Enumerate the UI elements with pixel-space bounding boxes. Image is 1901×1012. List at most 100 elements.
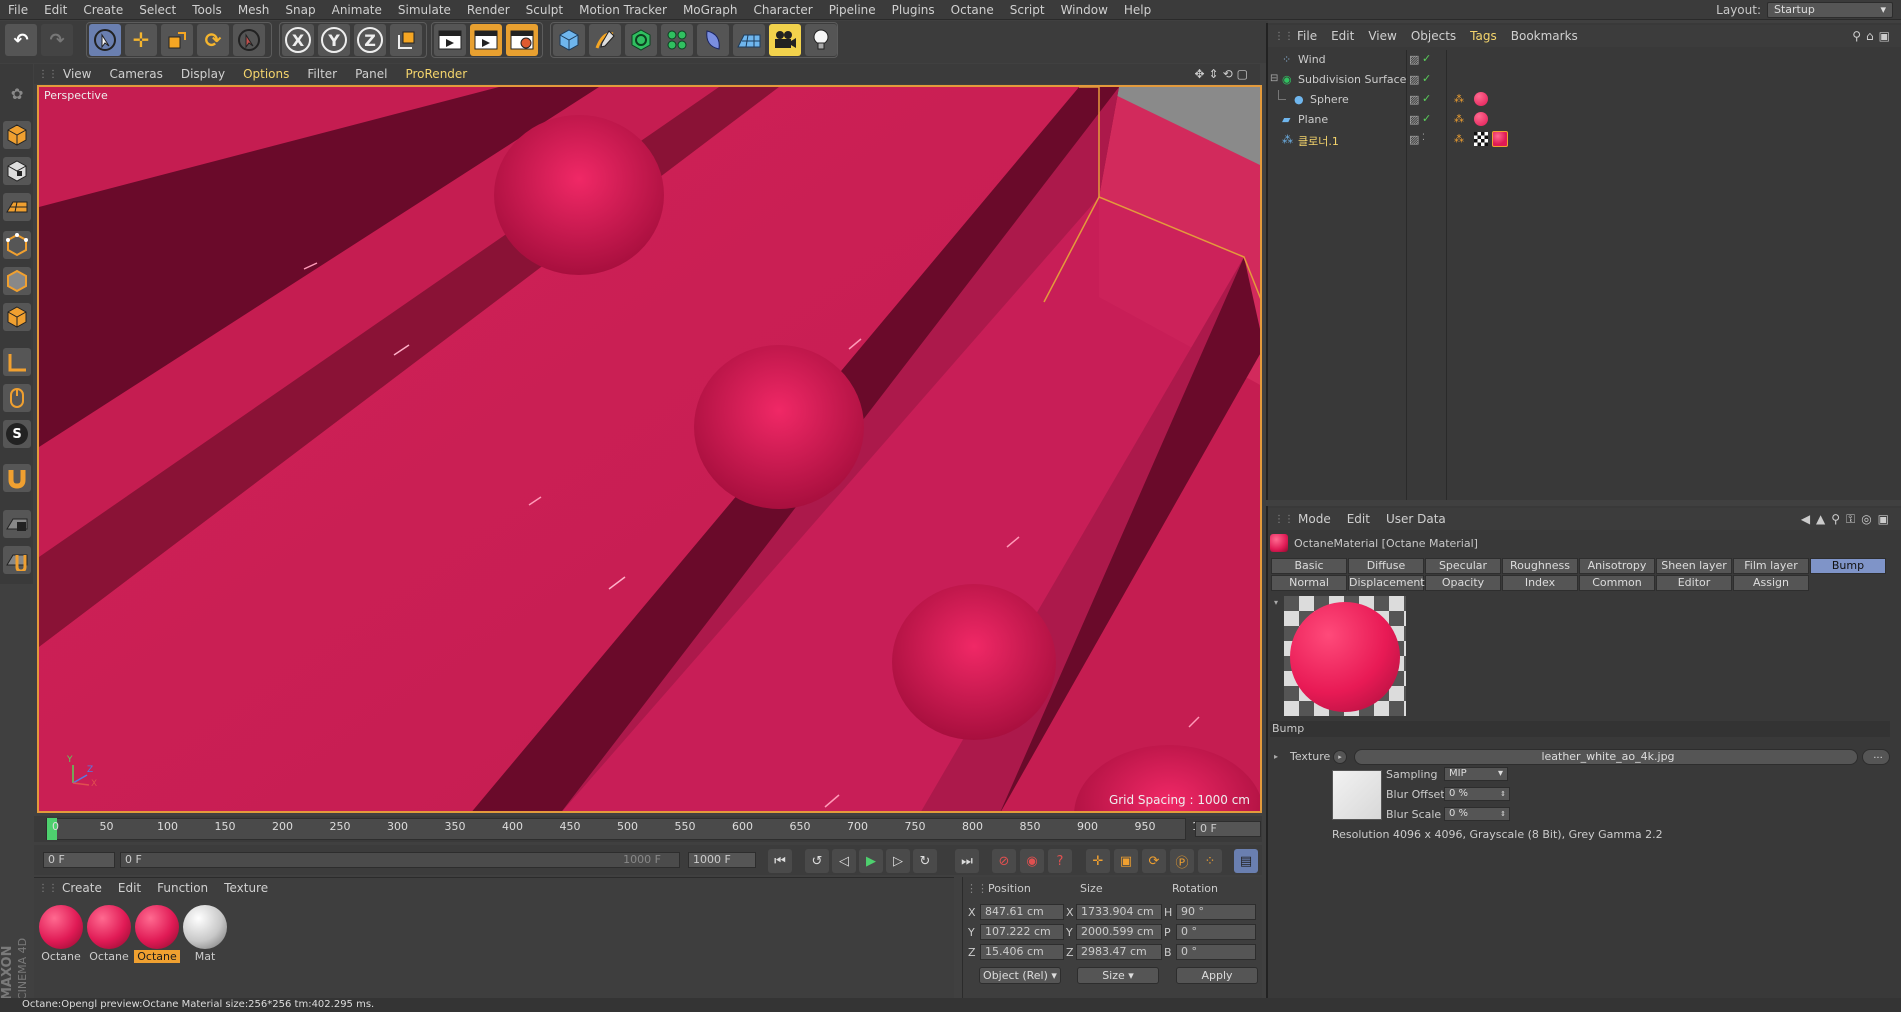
previous-frame-icon[interactable]: ◁ bbox=[832, 849, 856, 873]
play-icon[interactable]: ▶ bbox=[859, 849, 883, 873]
obj-menu-bookmarks[interactable]: Bookmarks bbox=[1504, 25, 1585, 47]
sampling-dropdown[interactable]: MIP ▾ bbox=[1444, 767, 1508, 781]
size-z-field[interactable]: 2983.47 cm bbox=[1076, 944, 1162, 960]
collapse-icon[interactable]: ⊟ bbox=[1270, 73, 1278, 84]
blur-scale-field[interactable]: 0 % ⇕ bbox=[1444, 807, 1510, 821]
attr-menu-edit[interactable]: Edit bbox=[1339, 508, 1378, 530]
points-mode-icon[interactable] bbox=[3, 231, 31, 259]
menu-render[interactable]: Render bbox=[459, 0, 518, 20]
position-z-field[interactable]: 15.406 cm bbox=[980, 944, 1064, 960]
model-mode-icon[interactable] bbox=[3, 121, 31, 149]
apply-button[interactable]: Apply bbox=[1176, 967, 1258, 984]
tab-specular[interactable]: Specular bbox=[1425, 558, 1501, 574]
z-axis-lock[interactable]: Z bbox=[354, 24, 386, 56]
texture-tag-icon[interactable]: ⁂ bbox=[1454, 134, 1464, 145]
object-row-sphere[interactable]: ● Sphere ▨ ✓ ⁂ bbox=[1268, 90, 1901, 110]
visibility-toggle[interactable]: ▨ bbox=[1409, 113, 1419, 126]
enabled-checkmark-icon[interactable]: ✓ bbox=[1422, 72, 1431, 85]
snap-icon[interactable] bbox=[3, 464, 31, 492]
menu-create[interactable]: Create bbox=[75, 0, 131, 20]
tab-index[interactable]: Index bbox=[1502, 575, 1578, 591]
blur-offset-field[interactable]: 0 % ⇕ bbox=[1444, 787, 1510, 801]
keyframe-selection-icon[interactable]: ? bbox=[1048, 849, 1072, 873]
render-view-icon[interactable] bbox=[434, 24, 466, 56]
texture-mode-icon[interactable] bbox=[3, 157, 31, 185]
x-axis-lock[interactable]: X bbox=[282, 24, 314, 56]
go-to-start-icon[interactable]: ⏮ bbox=[768, 849, 792, 873]
lock-workplane-icon[interactable] bbox=[3, 510, 31, 538]
go-to-end-icon[interactable]: ⏭ bbox=[955, 849, 979, 873]
menu-help[interactable]: Help bbox=[1116, 0, 1159, 20]
visibility-toggle[interactable]: ▨ bbox=[1409, 53, 1419, 66]
menu-plugins[interactable]: Plugins bbox=[884, 0, 943, 20]
polygons-mode-icon[interactable] bbox=[3, 303, 31, 331]
floor-icon[interactable] bbox=[733, 24, 765, 56]
current-frame-field[interactable]: 0 F bbox=[1195, 821, 1261, 837]
vp-menu-view[interactable]: View bbox=[54, 64, 100, 84]
mat-menu-create[interactable]: Create bbox=[54, 878, 110, 898]
texture-expand-icon[interactable]: ▸ bbox=[1274, 752, 1278, 761]
next-frame-icon[interactable]: ▷ bbox=[886, 849, 910, 873]
rotation-h-field[interactable]: 90 ° bbox=[1176, 904, 1256, 920]
go-to-next-key-icon[interactable]: ↻ bbox=[913, 849, 937, 873]
vp-menu-display[interactable]: Display bbox=[172, 64, 234, 84]
start-frame-field[interactable]: 0 F bbox=[43, 852, 115, 868]
end-frame-field[interactable]: 1000 F bbox=[688, 852, 756, 868]
tab-normal[interactable]: Normal bbox=[1271, 575, 1347, 591]
position-x-field[interactable]: 847.61 cm bbox=[980, 904, 1064, 920]
menu-character[interactable]: Character bbox=[745, 0, 820, 20]
attr-menu-mode[interactable]: Mode bbox=[1290, 508, 1339, 530]
tab-displacement[interactable]: Displacement bbox=[1348, 575, 1425, 591]
edges-mode-icon[interactable] bbox=[3, 267, 31, 295]
pen-spline-icon[interactable] bbox=[589, 24, 621, 56]
rotate-icon[interactable]: ⟳ bbox=[197, 24, 229, 56]
workplane-icon[interactable] bbox=[3, 193, 31, 221]
vp-menu-filter[interactable]: Filter bbox=[298, 64, 346, 84]
scale-key-icon[interactable]: ▣ bbox=[1114, 849, 1138, 873]
go-to-previous-key-icon[interactable]: ↺ bbox=[805, 849, 829, 873]
obj-menu-objects[interactable]: Objects bbox=[1404, 25, 1463, 47]
make-editable-icon[interactable]: ✿ bbox=[3, 80, 31, 108]
tab-diffuse[interactable]: Diffuse bbox=[1348, 558, 1424, 574]
object-row-plane[interactable]: ▰ Plane ▨ ✓ ⁂ bbox=[1268, 110, 1901, 130]
texture-thumbnail[interactable] bbox=[1332, 770, 1382, 820]
size-x-field[interactable]: 1733.904 cm bbox=[1076, 904, 1162, 920]
tab-bump[interactable]: Bump bbox=[1810, 558, 1886, 574]
deformer-icon[interactable] bbox=[697, 24, 729, 56]
attr-menu-user-data[interactable]: User Data bbox=[1378, 508, 1454, 530]
object-row-wind[interactable]: ⁘ Wind ▨ ✓ bbox=[1268, 50, 1901, 70]
texture-animate-icon[interactable]: ▸ bbox=[1333, 750, 1347, 764]
undo-icon[interactable]: ↶ bbox=[5, 24, 37, 56]
size-y-field[interactable]: 2000.599 cm bbox=[1076, 924, 1162, 940]
workplane-snap-icon[interactable] bbox=[3, 546, 31, 574]
recent-tool-icon[interactable] bbox=[233, 24, 265, 56]
tab-anisotropy[interactable]: Anisotropy bbox=[1579, 558, 1655, 574]
menu-motion-tracker[interactable]: Motion Tracker bbox=[571, 0, 675, 20]
y-axis-lock[interactable]: Y bbox=[318, 24, 350, 56]
menu-script[interactable]: Script bbox=[1002, 0, 1053, 20]
menu-pipeline[interactable]: Pipeline bbox=[821, 0, 884, 20]
tab-editor[interactable]: Editor bbox=[1656, 575, 1732, 591]
obj-menu-view[interactable]: View bbox=[1361, 25, 1403, 47]
enabled-checkmark-icon[interactable]: ✓ bbox=[1422, 52, 1431, 65]
subdivision-surface-icon[interactable] bbox=[625, 24, 657, 56]
mat-menu-texture[interactable]: Texture bbox=[216, 878, 276, 898]
timeline-window-icon[interactable]: ▤ bbox=[1234, 849, 1258, 873]
obj-menu-tags[interactable]: Tags bbox=[1463, 25, 1504, 47]
3d-viewport[interactable]: Perspective Y Z X Grid Spacing : 1000 cm bbox=[37, 85, 1262, 813]
render-settings-icon[interactable] bbox=[506, 24, 538, 56]
material-tag-icon[interactable] bbox=[1474, 112, 1488, 126]
tab-sheen-layer[interactable]: Sheen layer bbox=[1656, 558, 1732, 574]
parameter-key-icon[interactable]: Ⓟ bbox=[1170, 849, 1194, 873]
camera-icon[interactable] bbox=[769, 24, 801, 56]
material-tag-icon-selected[interactable] bbox=[1492, 131, 1508, 147]
menu-tools[interactable]: Tools bbox=[184, 0, 230, 20]
tab-opacity[interactable]: Opacity bbox=[1425, 575, 1501, 591]
live-selection-icon[interactable] bbox=[89, 24, 121, 56]
layout-dropdown[interactable]: Startup ▾ bbox=[1767, 2, 1893, 18]
menu-window[interactable]: Window bbox=[1053, 0, 1116, 20]
scale-icon[interactable] bbox=[161, 24, 193, 56]
rotation-key-icon[interactable]: ⟳ bbox=[1142, 849, 1166, 873]
menu-simulate[interactable]: Simulate bbox=[390, 0, 459, 20]
viewport-navigation-icons[interactable]: ✥⇕⟲▢ bbox=[1194, 67, 1260, 81]
